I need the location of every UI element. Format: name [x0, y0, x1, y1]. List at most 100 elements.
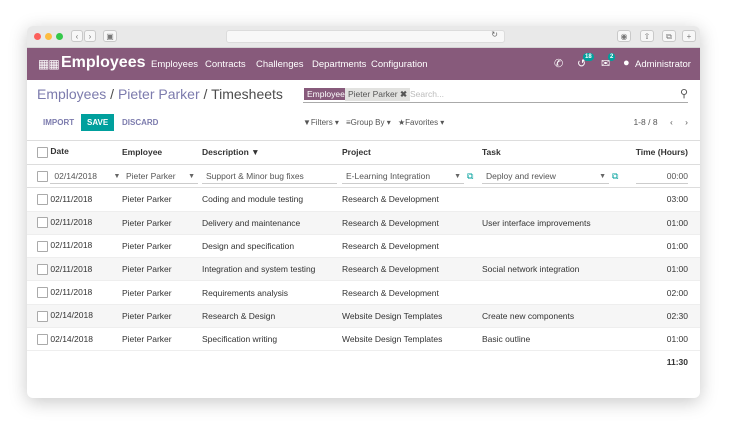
external-link-icon[interactable]: ⧉	[612, 171, 618, 181]
cell-time: 01:00	[627, 257, 700, 282]
select-all-checkbox[interactable]	[37, 146, 48, 158]
row-checkbox[interactable]	[37, 287, 48, 299]
col-project[interactable]: Project	[342, 140, 482, 165]
search-input[interactable]: Search...	[410, 89, 444, 99]
share-icon[interactable]: ⇧	[640, 30, 654, 42]
employee-field[interactable]: Pieter Parker ▼	[122, 169, 198, 184]
user-menu[interactable]: Administrator	[635, 59, 691, 70]
cell-date: 02/11/2018	[27, 211, 122, 235]
row-checkbox[interactable]	[37, 310, 48, 322]
menu-configuration[interactable]: Configuration	[371, 59, 428, 70]
cell-project: Website Design Templates	[342, 327, 482, 352]
pager-value[interactable]: 1-8 / 8	[633, 117, 657, 127]
row-checkbox[interactable]	[37, 263, 48, 275]
description-field[interactable]: Support & Minor bug fixes	[202, 169, 337, 184]
close-window-dot[interactable]	[34, 33, 41, 40]
edit-cell-description: Support & Minor bug fixes	[202, 164, 342, 189]
group-by-dropdown[interactable]: ≡Group By ▾	[346, 118, 391, 127]
row-checkbox[interactable]	[37, 170, 48, 182]
time-field[interactable]: 00:00	[636, 169, 688, 184]
cell-time: 03:00	[627, 187, 700, 212]
sidebar-toggle-icon[interactable]: ▣	[103, 30, 117, 42]
cell-employee: Pieter Parker	[122, 327, 202, 352]
task-field[interactable]: Deploy and review ▼	[482, 169, 609, 184]
cell-time: 01:00	[627, 327, 700, 352]
save-button[interactable]: SAVE	[81, 114, 115, 131]
filters-dropdown[interactable]: ▼Filters ▾	[303, 118, 339, 127]
phone-icon[interactable]: ✆	[554, 57, 563, 70]
date-text: 02/11/2018	[50, 193, 93, 204]
remove-facet-icon[interactable]: ✖	[400, 89, 407, 99]
row-checkbox[interactable]	[37, 333, 48, 345]
date-text: 02/11/2018	[50, 263, 93, 274]
filters-label: Filters	[310, 118, 333, 127]
col-date[interactable]: Date	[50, 146, 68, 156]
edit-cell-time: 00:00	[627, 164, 700, 189]
pager-next-icon[interactable]: ›	[685, 117, 688, 127]
back-button[interactable]: ‹	[71, 30, 83, 42]
discard-button[interactable]: DISCARD	[116, 114, 164, 131]
cell-employee: Pieter Parker	[122, 187, 202, 212]
table-row[interactable]: 02/11/2018 Pieter Parker Delivery and ma…	[27, 211, 700, 235]
cell-project: Research & Development	[342, 257, 482, 282]
cell-date: 02/11/2018	[27, 257, 122, 282]
forward-button[interactable]: ›	[84, 30, 96, 42]
table-row[interactable]: 02/11/2018 Pieter Parker Design and spec…	[27, 234, 700, 259]
search-icon[interactable]: ⚲	[680, 87, 688, 100]
menu-challenges[interactable]: Challenges	[256, 59, 304, 70]
download-icon[interactable]: ◉	[617, 30, 631, 42]
import-button[interactable]: IMPORT	[37, 114, 80, 131]
col-description-header[interactable]: Description ▼	[202, 140, 342, 165]
address-bar[interactable]: ↻	[226, 30, 505, 43]
favorites-dropdown[interactable]: ★Favorites ▾	[398, 118, 444, 127]
search-facet-label: Employee	[304, 88, 348, 100]
search-bar[interactable]: Employee Pieter Parker ✖ Search... ⚲	[303, 86, 688, 103]
cell-time: 01:00	[627, 234, 700, 259]
col-time[interactable]: Time (Hours)	[627, 140, 700, 165]
cell-description: Specification writing	[202, 327, 342, 352]
edit-cell-employee: Pieter Parker ▼	[122, 164, 202, 189]
breadcrumb-employees[interactable]: Employees	[37, 86, 106, 102]
tabs-icon[interactable]: ⧉	[662, 30, 676, 42]
menu-contracts[interactable]: Contracts	[205, 59, 246, 70]
breadcrumb-separator: /	[110, 86, 118, 102]
cell-time: 02:00	[627, 280, 700, 305]
edit-cell-project: E-Learning Integration ▼ ⧉	[342, 164, 482, 189]
reload-icon[interactable]: ↻	[491, 30, 498, 39]
col-employee[interactable]: Employee	[122, 140, 202, 165]
cell-employee: Pieter Parker	[122, 304, 202, 329]
chevron-down-icon: ▼	[599, 172, 606, 180]
project-field[interactable]: E-Learning Integration ▼	[342, 169, 464, 184]
external-link-icon[interactable]: ⧉	[467, 171, 473, 181]
maximize-window-dot[interactable]	[56, 33, 63, 40]
table-row[interactable]: 02/14/2018 Pieter Parker Specification w…	[27, 327, 700, 352]
menu-departments[interactable]: Departments	[312, 59, 366, 70]
cell-date: 02/11/2018	[27, 280, 122, 305]
breadcrumb-employee[interactable]: Pieter Parker	[118, 86, 200, 102]
minimize-window-dot[interactable]	[45, 33, 52, 40]
col-task[interactable]: Task	[482, 140, 627, 165]
menu-employees[interactable]: Employees	[151, 59, 198, 70]
row-checkbox[interactable]	[37, 240, 48, 252]
table-row[interactable]: 02/11/2018 Pieter Parker Requirements an…	[27, 280, 700, 305]
row-checkbox[interactable]	[37, 217, 48, 229]
date-field[interactable]: 02/14/2018 ▼	[50, 169, 122, 184]
cell-project: Research & Development	[342, 280, 482, 305]
pager-previous-icon[interactable]: ‹	[670, 117, 673, 127]
user-avatar-icon[interactable]: ●	[623, 57, 630, 69]
table-row[interactable]: 02/14/2018 Pieter Parker Research & Desi…	[27, 304, 700, 329]
header-select-all: Date	[27, 140, 122, 165]
table-row[interactable]: 02/11/2018 Pieter Parker Coding and modu…	[27, 187, 700, 212]
row-checkbox[interactable]	[37, 194, 48, 206]
cell-task	[482, 187, 627, 212]
pager: 1-8 / 8 ‹ ›	[633, 117, 688, 127]
edit-cell-task: Deploy and review ▼ ⧉	[482, 164, 627, 189]
cell-description: Coding and module testing	[202, 187, 342, 212]
apps-grid-icon[interactable]: ▦▦	[38, 57, 60, 71]
new-tab-button[interactable]: +	[682, 30, 696, 42]
table-row[interactable]: 02/11/2018 Pieter Parker Integration and…	[27, 257, 700, 282]
table-header-row: Date Employee Description ▼ Project Task…	[27, 140, 700, 165]
app-title[interactable]: Employees	[61, 54, 145, 72]
filter-icon: ▼	[303, 118, 311, 127]
employee-value: Pieter Parker	[126, 170, 176, 181]
